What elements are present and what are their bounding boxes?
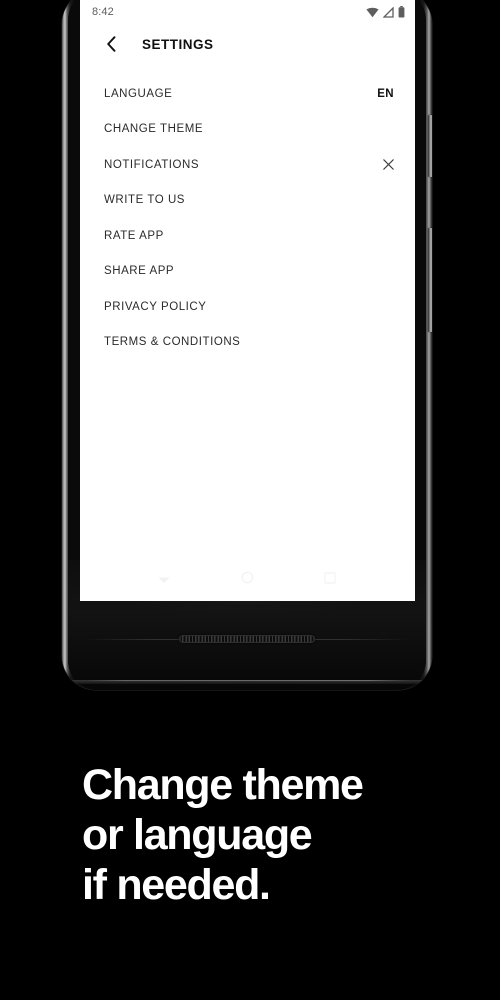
menu-item-share-app[interactable]: SHARE APP [80, 254, 415, 290]
nav-recents-icon [324, 572, 336, 584]
menu-item-label: TERMS & CONDITIONS [104, 336, 241, 349]
menu-item-change-theme[interactable]: CHANGE THEME [80, 112, 415, 148]
status-bar-icons [366, 6, 405, 18]
menu-item-label: NOTIFICATIONS [104, 158, 200, 171]
menu-item-write-to-us[interactable]: WRITE TO US [80, 183, 415, 219]
headline-line-2: or language [82, 811, 313, 859]
nav-back-button[interactable] [158, 571, 172, 589]
menu-item-label: PRIVACY POLICY [104, 300, 207, 313]
app-bar: SETTINGS [80, 24, 415, 64]
menu-item-label: RATE APP [104, 229, 164, 242]
menu-item-label: SHARE APP [104, 265, 175, 278]
menu-item-rate-app[interactable]: RATE APP [80, 218, 415, 254]
back-button[interactable] [102, 35, 120, 53]
android-navigation-bar [80, 559, 415, 601]
headline-line-3: if needed. [82, 861, 271, 909]
cellular-signal-icon [383, 6, 394, 18]
language-value: EN [377, 87, 394, 100]
nav-recents-button[interactable] [324, 571, 336, 589]
bottom-speaker-grille-icon [179, 635, 315, 643]
nav-home-icon [242, 571, 254, 584]
menu-item-label: WRITE TO US [104, 194, 186, 207]
menu-item-privacy-policy[interactable]: PRIVACY POLICY [80, 289, 415, 325]
status-bar: 8:42 [80, 0, 415, 24]
volume-button[interactable] [428, 228, 432, 332]
phone-bottom-edge-highlight [86, 680, 408, 681]
phone-screen: 8:42 SETTINGS LANGUAGE EN CHANGE THEME N… [80, 0, 415, 601]
notifications-toggle[interactable] [383, 159, 394, 170]
menu-item-notifications[interactable]: NOTIFICATIONS [80, 147, 415, 183]
battery-icon [398, 6, 405, 18]
menu-item-label: LANGUAGE [104, 87, 173, 100]
settings-menu-list: LANGUAGE EN CHANGE THEME NOTIFICATIONS W… [80, 64, 415, 360]
status-bar-time: 8:42 [92, 6, 114, 18]
power-button[interactable] [428, 115, 432, 177]
chevron-left-icon [106, 36, 115, 52]
nav-back-icon [158, 577, 170, 584]
nav-home-button[interactable] [241, 571, 254, 589]
wifi-icon [366, 7, 379, 17]
page-title: SETTINGS [142, 36, 214, 52]
menu-item-label: CHANGE THEME [104, 123, 204, 136]
menu-item-terms-conditions[interactable]: TERMS & CONDITIONS [80, 325, 415, 361]
close-x-icon [383, 159, 394, 170]
menu-item-language[interactable]: LANGUAGE EN [80, 76, 415, 112]
headline-line-1: Change theme [82, 761, 364, 809]
headline-caption: Change theme or language if needed. [82, 760, 482, 910]
